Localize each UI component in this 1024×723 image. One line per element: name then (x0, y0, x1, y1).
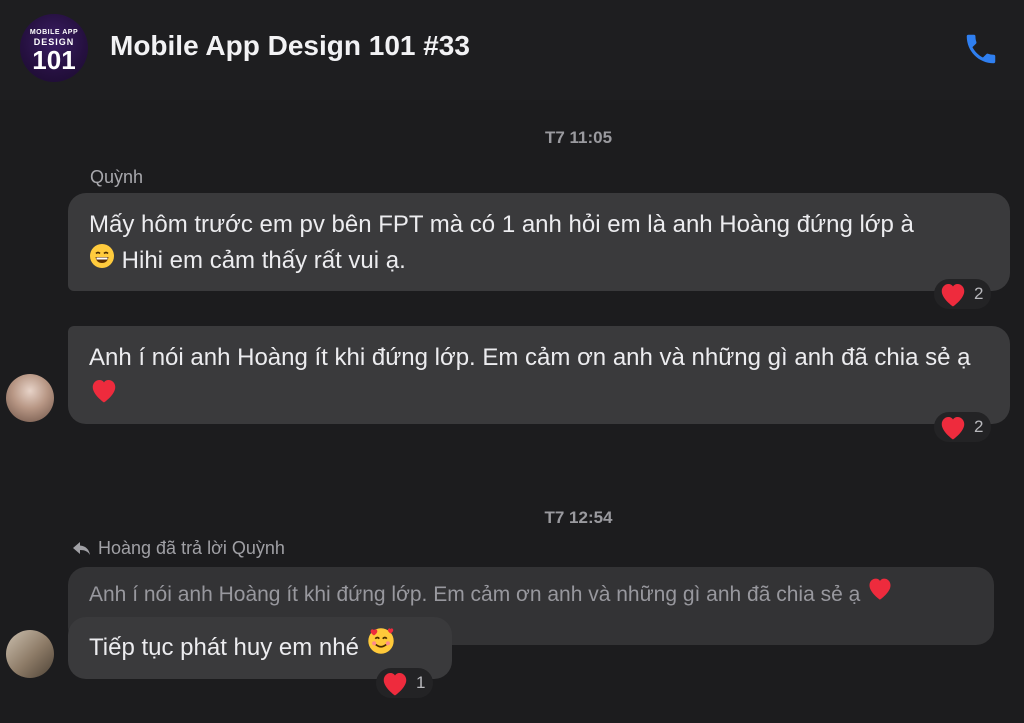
reaction-badge[interactable]: 1 (376, 668, 434, 698)
avatar[interactable] (6, 630, 54, 678)
avatar[interactable] (6, 374, 54, 422)
group-avatar[interactable]: MOBILE APP DESIGN 101 (20, 14, 88, 82)
heart-icon (941, 284, 965, 307)
timestamp-1: T7 11:05 (544, 128, 613, 147)
heart-icon (383, 673, 407, 696)
quoted-text: Anh í nói anh Hoàng ít khi đứng lớp. Em … (89, 583, 861, 606)
grinning-face-emoji-icon (89, 243, 115, 280)
reaction-badge[interactable]: 2 (934, 279, 992, 309)
red-heart-emoji-icon (89, 376, 119, 415)
reply-note: Hoàng đã trả lời Quỳnh (72, 538, 285, 559)
red-heart-emoji-icon (866, 567, 894, 623)
message-text: Anh í nói anh Hoàng ít khi đứng lớp. Em … (89, 344, 971, 371)
phone-icon (966, 34, 996, 64)
message-bubble-1[interactable]: Mấy hôm trước em pv bên FPT mà có 1 anh … (68, 193, 1010, 291)
sender-name: Quỳnh (90, 167, 144, 187)
call-button[interactable] (960, 28, 1002, 70)
heart-icon (941, 417, 965, 440)
message-text: Mấy hôm trước em pv bên FPT mà có 1 anh … (89, 211, 914, 238)
reaction-count: 1 (416, 673, 426, 692)
avatar-text-line1: MOBILE APP (29, 28, 79, 36)
avatar-text-line3: 101 (32, 44, 76, 75)
chat-header: MOBILE APP DESIGN 101 Mobile App Design … (0, 0, 1024, 100)
reaction-count: 2 (974, 417, 984, 436)
reply-note-text: Hoàng đã trả lời Quỳnh (98, 538, 285, 558)
reaction-count: 2 (974, 284, 984, 303)
chat-title[interactable]: Mobile App Design 101 #33 (110, 30, 470, 62)
timestamp-2: T7 12:54 (544, 508, 613, 527)
reply-arrow-icon (73, 541, 90, 555)
message-text: Hihi em cảm thấy rất vui ạ. (121, 247, 406, 274)
reaction-badge[interactable]: 2 (934, 412, 992, 442)
message-text: Tiếp tục phát huy em nhé (89, 634, 359, 661)
message-bubble-2[interactable]: Anh í nói anh Hoàng ít khi đứng lớp. Em … (68, 326, 1010, 424)
chat-window: MOBILE APP DESIGN 101 Mobile App Design … (0, 0, 1024, 723)
